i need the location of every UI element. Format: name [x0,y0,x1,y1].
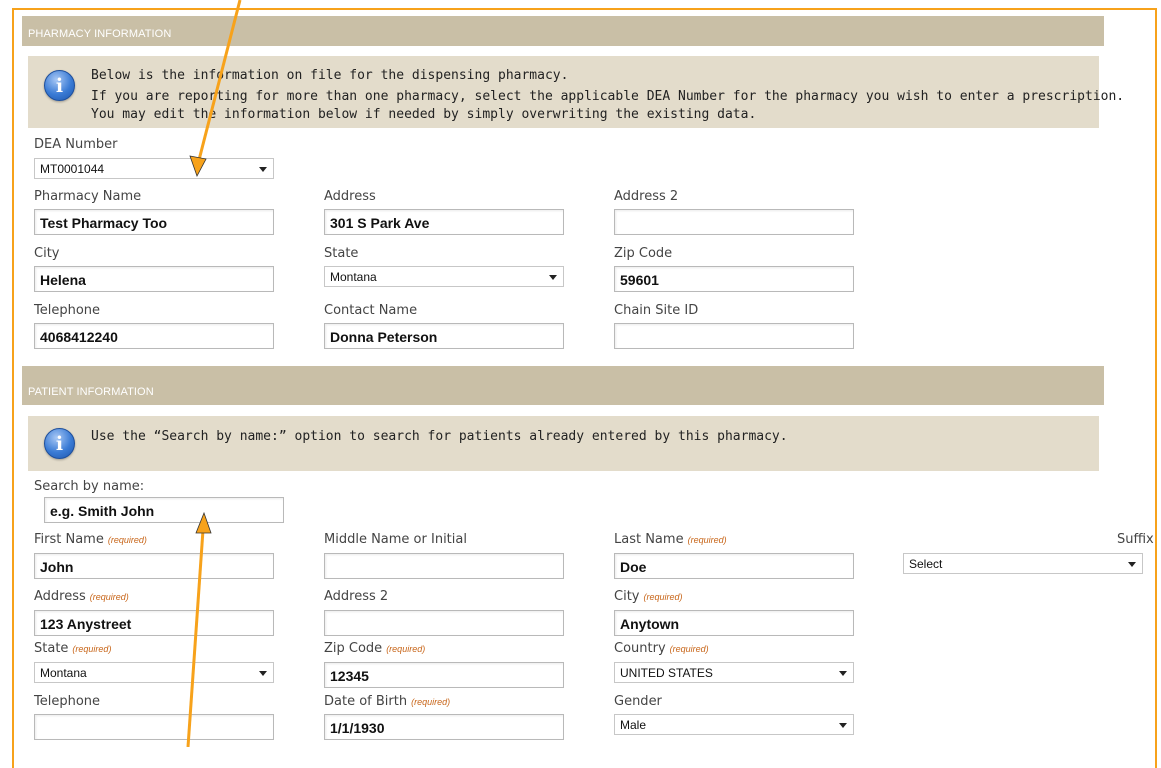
last-name-label-text: Last Name [614,532,684,547]
pharmacy-zip-input[interactable]: 59601 [614,266,854,292]
middle-name-input[interactable] [324,553,564,579]
pharmacy-section-header: PHARMACY INFORMATION [22,16,1104,46]
suffix-select[interactable]: Select [903,553,1143,574]
required-marker: (required) [669,644,709,654]
pharmacy-info-line-1: Below is the information on file for the… [91,68,569,83]
middle-name-label: Middle Name or Initial [324,532,467,547]
required-marker: (required) [107,535,147,545]
required-marker: (required) [411,697,451,707]
dob-label: Date of Birth (required) [324,694,450,709]
search-by-name-input[interactable]: e.g. Smith John [44,497,284,523]
chevron-down-icon [259,167,267,172]
patient-state-value: Montana [40,666,87,680]
patient-telephone-input[interactable] [34,714,274,740]
patient-address-input[interactable]: 123 Anystreet [34,610,274,636]
patient-zip-label-text: Zip Code [324,641,383,656]
patient-zip-input[interactable]: 12345 [324,662,564,688]
pharmacy-state-label: State [324,246,359,261]
first-name-label: First Name (required) [34,532,147,547]
last-name-input[interactable]: Doe [614,553,854,579]
country-select[interactable]: UNITED STATES [614,662,854,683]
first-name-input[interactable]: John [34,553,274,579]
info-icon: i [44,70,75,101]
suffix-value: Select [909,557,943,571]
dea-number-label: DEA Number [34,137,118,152]
patient-address-label-text: Address [34,589,86,604]
patient-telephone-label: Telephone [34,694,101,709]
search-by-name-label: Search by name: [34,479,145,494]
country-label-text: Country [614,641,666,656]
pharmacy-name-label: Pharmacy Name [34,189,142,204]
suffix-label: Suffix [1117,532,1154,547]
required-marker: (required) [72,644,112,654]
patient-info-line: Use the “Search by name:” option to sear… [91,429,788,444]
pharmacy-city-input[interactable]: Helena [34,266,274,292]
patient-state-label-text: State [34,641,69,656]
patient-state-label: State (required) [34,641,111,656]
dea-number-select[interactable]: MT0001044 [34,158,274,179]
contact-name-input[interactable]: Donna Peterson [324,323,564,349]
patient-address2-input[interactable] [324,610,564,636]
pharmacy-zip-label: Zip Code [614,246,673,261]
chevron-down-icon [259,671,267,676]
pharmacy-telephone-label: Telephone [34,303,101,318]
first-name-label-text: First Name [34,532,104,547]
gender-value: Male [620,718,647,732]
pharmacy-info-line-2: If you are reporting for more than one p… [91,89,1125,104]
patient-zip-label: Zip Code (required) [324,641,425,656]
dea-number-value: MT0001044 [40,162,105,176]
required-marker: (required) [386,644,426,654]
chain-site-id-label: Chain Site ID [614,303,699,318]
gender-select[interactable]: Male [614,714,854,735]
patient-city-label: City (required) [614,589,683,604]
pharmacy-info-box: i Below is the information on file for t… [28,56,1124,128]
chevron-down-icon [549,275,557,280]
chain-site-id-input[interactable] [614,323,854,349]
patient-address-label: Address (required) [34,589,129,604]
chevron-down-icon [1128,562,1136,567]
pharmacy-info-line-3: You may edit the information below if ne… [91,107,757,122]
dob-label-text: Date of Birth [324,694,408,709]
last-name-label: Last Name (required) [614,532,727,547]
required-marker: (required) [643,592,683,602]
patient-info-box: i Use the “Search by name:” option to se… [28,416,1099,471]
patient-section-header: PATIENT INFORMATION [22,366,1104,405]
patient-city-input[interactable]: Anytown [614,610,854,636]
pharmacy-address-input[interactable]: 301 S Park Ave [324,209,564,235]
country-value: UNITED STATES [620,666,713,680]
patient-city-label-text: City [614,589,640,604]
required-marker: (required) [687,535,727,545]
info-icon: i [44,428,75,459]
chevron-down-icon [839,671,847,676]
pharmacy-name-input[interactable]: Test Pharmacy Too [34,209,274,235]
country-label: Country (required) [614,641,709,656]
pharmacy-address-label: Address [324,189,376,204]
pharmacy-address2-input[interactable] [614,209,854,235]
required-marker: (required) [89,592,129,602]
chevron-down-icon [839,723,847,728]
pharmacy-city-label: City [34,246,60,261]
pharmacy-state-value: Montana [330,270,377,284]
contact-name-label: Contact Name [324,303,418,318]
pharmacy-telephone-input[interactable]: 4068412240 [34,323,274,349]
pharmacy-state-select[interactable]: Montana [324,266,564,287]
pharmacy-address2-label: Address 2 [614,189,679,204]
gender-label: Gender [614,694,662,709]
patient-state-select[interactable]: Montana [34,662,274,683]
patient-address2-label: Address 2 [324,589,389,604]
dob-input[interactable]: 1/1/1930 [324,714,564,740]
